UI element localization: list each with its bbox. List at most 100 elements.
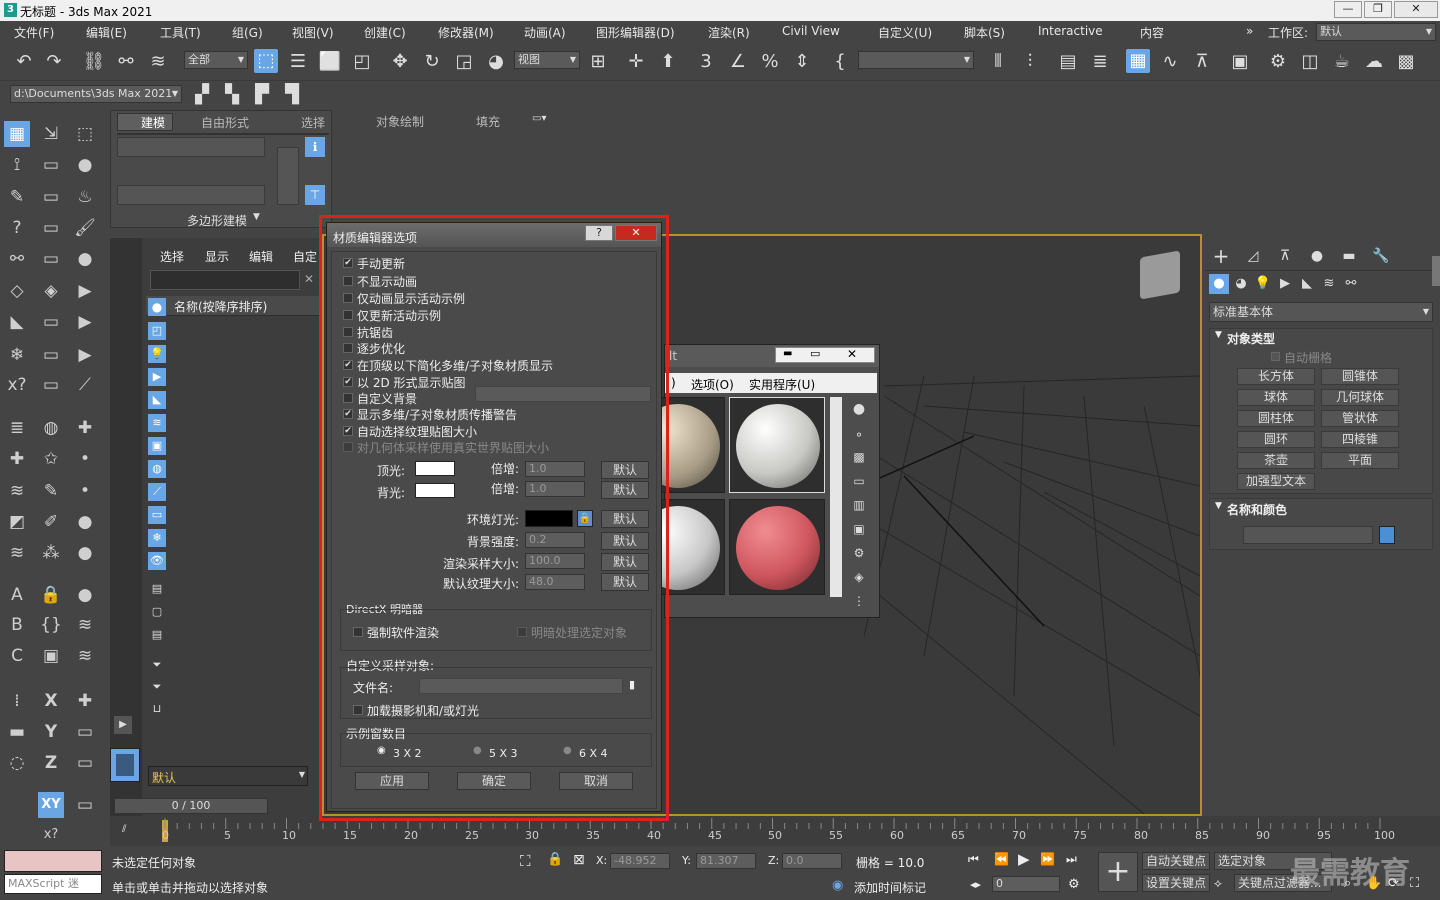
mated-minimize-button[interactable]: ▬ [783,348,792,359]
layer-icon[interactable]: ▭ [38,152,64,178]
letter-a-icon[interactable]: A [4,582,30,608]
grid-a-icon[interactable]: ⁞ [4,688,30,714]
progressive-refine-checkbox[interactable] [343,343,353,353]
render-production-icon[interactable]: ☕ [1330,50,1354,74]
render-setup-icon[interactable]: ⚙ [1266,50,1290,74]
pen2-icon[interactable]: ✎ [38,478,64,504]
mated-menu-options[interactable]: 选项(O) [691,376,734,393]
rollout-object-type[interactable]: 对象类型 [1227,330,1275,347]
current-frame-field[interactable]: 0 [992,876,1060,892]
menu-content[interactable]: 内容 [1140,24,1164,41]
display-maps-2d-checkbox[interactable]: ✔ [343,377,353,387]
redo-icon[interactable]: ↷ [42,50,66,74]
project-create-icon[interactable]: ▚ [220,83,244,107]
manipulate-icon[interactable]: ✛ [624,50,648,74]
menu-file[interactable]: 文件(F) [14,24,54,41]
teapot-icon[interactable]: ♨ [72,184,98,210]
brace-icon[interactable]: {} [38,612,64,638]
back-light-swatch[interactable] [415,483,455,498]
filter-hidden-icon[interactable]: 👁 [148,552,166,570]
paint-icon[interactable]: ✐ [38,509,64,535]
mated-menu-prev[interactable]: ) [671,376,676,390]
add-time-tag[interactable]: 添加时间标记 [854,879,926,896]
teapot-button[interactable]: 茶壶 [1237,452,1315,469]
stack2-icon[interactable]: ▭ [38,215,64,241]
browse-icon[interactable]: ▮ [629,678,635,691]
cylinder-button[interactable]: 圆柱体 [1237,410,1315,427]
filter-groups-icon[interactable]: ▣ [148,437,166,455]
tab-modeling[interactable]: 建模 [141,114,165,131]
z-coord-field[interactable]: 0.0 [782,853,842,869]
sphere-button[interactable]: 球体 [1237,389,1315,406]
maxscript-listener[interactable] [4,850,102,872]
ambient-default-button[interactable]: 默认 [601,510,649,528]
zoom-icon[interactable]: ⌕ [1344,876,1351,891]
grey-circle2-icon[interactable]: ● [72,540,98,566]
stack10-icon[interactable]: ▭ [72,750,98,776]
ok-button[interactable]: 确定 [457,772,531,790]
box-button[interactable]: 长方体 [1237,368,1315,385]
ribbon-options-icon[interactable]: ▭▾ [532,113,546,124]
shapes-icon[interactable]: ◕ [1231,274,1251,294]
play-icon[interactable]: ▶ [1018,850,1030,868]
lasso-icon[interactable]: ⟟ [4,152,30,178]
move-icon[interactable]: ✥ [388,50,412,74]
edge-icon[interactable]: ⚯ [4,246,30,272]
time-tag-icon[interactable]: ◉ [832,878,843,893]
grey-circle3-icon[interactable]: ● [72,582,98,608]
question-pen-icon[interactable]: ? [4,215,30,241]
pan-icon[interactable]: ✋ [1366,876,1382,891]
simplify-multisub-checkbox[interactable]: ✔ [343,360,353,370]
shade-selected-checkbox[interactable] [517,627,527,637]
ref-coord-select[interactable]: 视图 ▼ [514,51,580,69]
absolute-mode-icon[interactable]: ⊠ [573,852,585,868]
autokey-button[interactable]: 自动关键点 [1142,852,1210,870]
tab-freeform[interactable]: 自由形式 [201,114,249,131]
x-coord-field[interactable]: -48.952 [610,853,670,869]
brush2-icon[interactable]: ⟋ [72,372,98,398]
plus-stack-icon[interactable]: ✚ [4,446,30,472]
category-select[interactable]: 标准基本体 ▼ [1209,302,1433,322]
menu-civil-view[interactable]: Civil View [782,24,840,38]
curve-editor-icon[interactable]: ∿ [1158,50,1182,74]
autogrid-checkbox[interactable] [1271,352,1280,361]
letter-b-icon[interactable]: B [4,612,30,638]
back-light-default-button[interactable]: 默认 [601,481,649,499]
filter-frozen-icon[interactable]: ❄ [148,529,166,547]
geometry-icon[interactable]: ● [1209,274,1229,294]
minimize-button[interactable]: — [1334,1,1362,18]
material-editor-icon[interactable]: ▣ [1228,50,1252,74]
tab-populate[interactable]: 填充 [476,113,500,130]
select-by-name-icon[interactable]: ☰ [286,50,310,74]
top-light-default-button[interactable]: 默认 [601,461,649,479]
timeline[interactable]: ⫽ 0 5 10 15 20 25 30 35 40 45 50 55 60 6… [110,816,1440,846]
background-icon[interactable]: ▩ [849,447,869,467]
render-cloud-icon[interactable]: ☁ [1362,50,1386,74]
explorer-search-input[interactable] [150,270,300,290]
scene-explorer-icon[interactable]: ▤ [1056,50,1080,74]
spinner-snap-icon[interactable]: ⇕ [790,50,814,74]
project-path-select[interactable]: d:\Documents\3ds Max 2021 ▼ [10,85,182,103]
explorer-tab-customize[interactable]: 自定 [293,248,317,265]
sync-selection-icon[interactable]: ⊔ [148,700,166,718]
a360-gallery-icon[interactable]: ▩ [1394,50,1418,74]
menu-edit[interactable]: 编辑(E) [86,24,127,41]
stack4-icon[interactable]: ◈ [38,278,64,304]
texture-size-default-button[interactable]: 默认 [601,573,649,591]
tab-object-paint[interactable]: 对象绘制 [376,113,424,130]
select-by-material-icon[interactable]: ◈ [849,567,869,587]
backlight-icon[interactable]: ⚬ [849,425,869,445]
ambient-swatch[interactable] [525,510,573,527]
motion-tab-icon[interactable]: ● [1305,244,1329,268]
sample-slot-4[interactable] [729,499,825,595]
cone-button[interactable]: 圆锥体 [1321,368,1399,385]
texture-size-spinner[interactable]: 48.0 [525,574,585,590]
object-name-input[interactable] [1243,526,1373,544]
video-color-icon[interactable]: ▥ [849,495,869,515]
sphere-blue-icon[interactable]: ● [72,152,98,178]
keyboard-shortcut-icon[interactable]: ⬆ [656,50,680,74]
modify-tab-icon[interactable]: ◿ [1241,244,1265,268]
window-crossing-icon[interactable]: ◰ [350,50,374,74]
maximize-button[interactable]: ❐ [1364,1,1392,18]
ribbon-panel-label[interactable]: 多边形建模 [187,212,247,229]
